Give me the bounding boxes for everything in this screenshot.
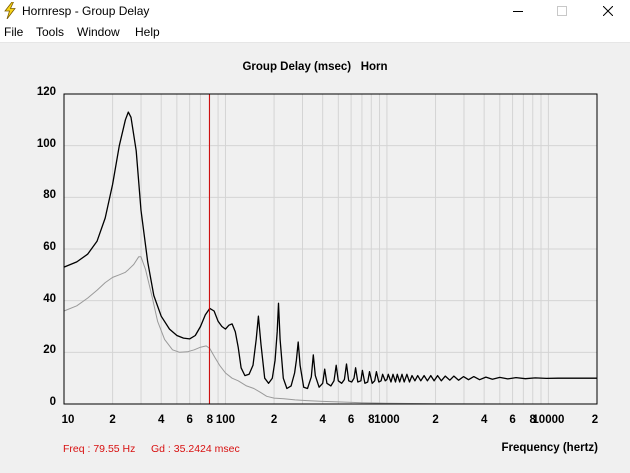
x-tick-label: 2: [432, 414, 439, 426]
x-tick-label: 4: [158, 414, 165, 426]
horizontal-grid: [64, 145, 597, 353]
window-title: Hornresp - Group Delay: [22, 4, 150, 18]
x-tick-label: 6: [347, 414, 355, 426]
x-tick-label: 2: [591, 414, 599, 426]
x-tick-label: 4: [480, 414, 488, 426]
x-axis-title: Frequency (hertz): [501, 442, 599, 454]
x-tick-label: 8: [206, 414, 214, 426]
frequency-readout: Freq : 79.55 Hz: [63, 443, 136, 455]
menu-file[interactable]: File: [4, 25, 23, 39]
y-tick-label: 80: [43, 189, 56, 202]
menu-tools[interactable]: Tools: [36, 25, 64, 39]
group-delay-readout: Gd : 35.2424 msec: [151, 443, 240, 455]
x-tick-label: 6: [186, 414, 193, 426]
x-tick-label: 6: [509, 414, 516, 426]
series-layer: [63, 111, 597, 405]
y-tick-label: 60: [43, 241, 56, 253]
y-tick-label: 100: [36, 137, 56, 150]
menu-help[interactable]: Help: [135, 25, 160, 39]
x-tick-label: 10000: [532, 414, 565, 426]
close-icon: [603, 6, 613, 16]
y-tick-label: 40: [43, 292, 56, 305]
x-tick-label: 4: [319, 414, 326, 426]
maximize-icon: [557, 6, 567, 16]
menu-bar: File Tools Window Help: [0, 22, 630, 43]
y-tick-label: 120: [36, 86, 56, 98]
x-tick-label: 2: [109, 414, 116, 426]
x-tick-label: 10: [61, 414, 75, 426]
minimize-button[interactable]: [496, 0, 540, 22]
lightning-bolt-icon: [4, 2, 16, 19]
x-tick-label: 2: [270, 414, 278, 426]
y-tick-label: 20: [43, 344, 56, 357]
y-tick-label: 0: [49, 396, 56, 408]
series-line-2: [63, 256, 597, 405]
series-line-1: [63, 111, 597, 390]
maximize-button[interactable]: [540, 0, 584, 22]
close-button[interactable]: [586, 0, 630, 22]
x-tick-label: 100: [215, 414, 236, 426]
minimize-icon: [513, 11, 523, 12]
menu-window[interactable]: Window: [77, 25, 120, 39]
group-delay-chart[interactable]: [0, 42, 630, 442]
title-bar: Hornresp - Group Delay: [0, 0, 630, 22]
x-tick-label: 1000: [374, 414, 400, 426]
